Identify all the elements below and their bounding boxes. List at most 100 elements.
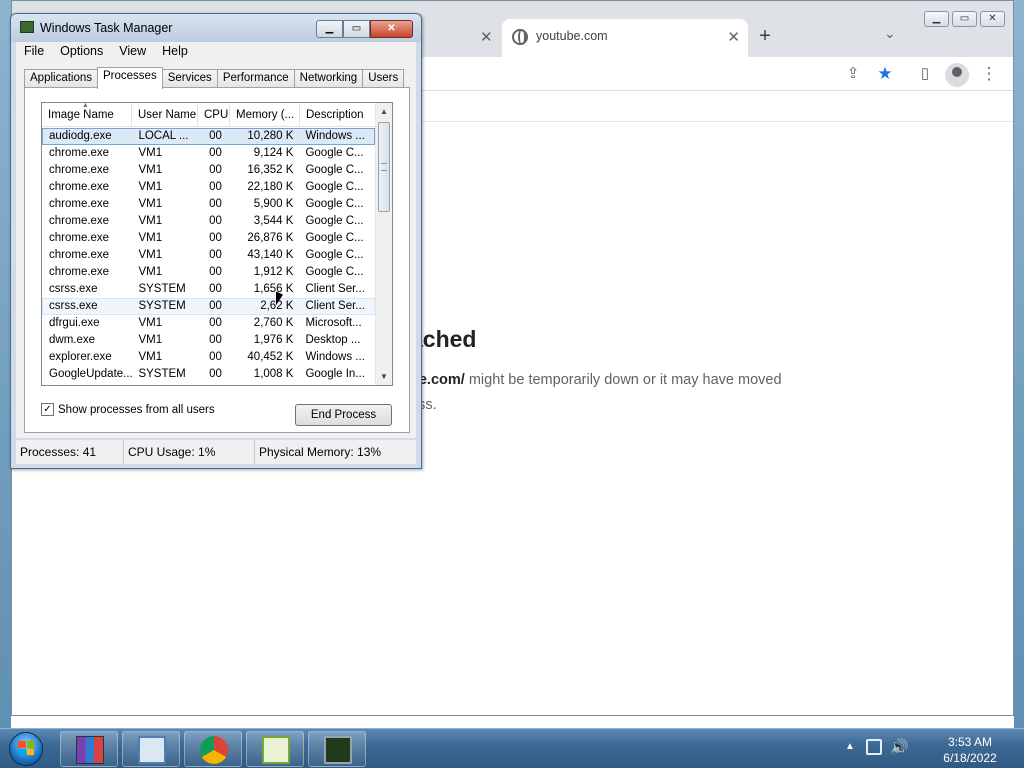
process-row[interactable]: chrome.exe VM1 00 1,912 K Google C... bbox=[42, 264, 375, 281]
bookmark-star-icon[interactable]: ★ bbox=[874, 63, 896, 85]
close-tab-icon[interactable]: ✕ bbox=[480, 28, 493, 46]
scroll-down-arrow-icon[interactable]: ▼ bbox=[376, 368, 392, 385]
system-clock[interactable]: 3:53 AM 6/18/2022 bbox=[930, 734, 1010, 766]
side-panel-icon[interactable]: ▯ bbox=[914, 63, 936, 85]
menu-help[interactable]: Help bbox=[154, 42, 196, 62]
process-row[interactable]: chrome.exe VM1 00 26,876 K Google C... bbox=[42, 230, 375, 247]
start-button[interactable] bbox=[4, 729, 46, 768]
process-row[interactable]: chrome.exe VM1 00 3,544 K Google C... bbox=[42, 213, 375, 230]
taskbar-app-control-panel[interactable] bbox=[122, 731, 180, 767]
process-row[interactable]: chrome.exe VM1 00 22,180 K Google C... bbox=[42, 179, 375, 196]
process-description: Windows ... bbox=[305, 130, 365, 142]
taskbar-app-chrome[interactable] bbox=[184, 731, 242, 767]
show-all-users-option[interactable]: ✓ Show processes from all users bbox=[41, 403, 215, 416]
volume-icon[interactable]: 🔊 bbox=[890, 738, 909, 756]
notepad-plus-icon bbox=[262, 736, 290, 764]
process-image-name: chrome.exe bbox=[49, 215, 110, 227]
column-user-name[interactable]: User Name bbox=[132, 103, 198, 127]
column-image-name[interactable]: ▲ Image Name bbox=[42, 103, 132, 127]
process-user-name: VM1 bbox=[138, 215, 163, 227]
scrollbar-thumb[interactable] bbox=[378, 122, 390, 212]
scroll-up-arrow-icon[interactable]: ▲ bbox=[376, 103, 392, 120]
process-image-name: dwm.exe bbox=[49, 334, 96, 346]
process-cpu: 00 bbox=[209, 130, 222, 142]
taskbar-app-notepad-plus[interactable] bbox=[246, 731, 304, 767]
process-row[interactable]: chrome.exe VM1 00 16,352 K Google C... bbox=[42, 162, 375, 179]
process-image-name: audiodg.exe bbox=[49, 130, 112, 142]
process-row[interactable]: explorer.exe VM1 00 40,452 K Windows ... bbox=[42, 349, 375, 366]
process-user-name: LOCAL ... bbox=[138, 130, 189, 142]
column-cpu[interactable]: CPU bbox=[198, 103, 230, 127]
maximize-button[interactable]: ▭ bbox=[952, 11, 977, 27]
new-tab-button[interactable]: + bbox=[752, 23, 778, 49]
globe-icon bbox=[512, 29, 528, 45]
taskbar-app-winrar[interactable] bbox=[60, 731, 118, 767]
window-title: Windows Task Manager bbox=[40, 21, 173, 35]
show-all-users-checkbox[interactable]: ✓ bbox=[41, 403, 54, 416]
process-row[interactable]: chrome.exe VM1 00 43,140 K Google C... bbox=[42, 247, 375, 264]
scroll-grip-icon bbox=[381, 163, 387, 171]
winrar-icon bbox=[76, 736, 104, 764]
process-user-name: SYSTEM bbox=[138, 300, 186, 312]
tab-services[interactable]: Services bbox=[161, 69, 218, 88]
process-description: Desktop ... bbox=[305, 334, 361, 346]
tab-networking[interactable]: Networking bbox=[293, 69, 364, 88]
menu-view[interactable]: View bbox=[111, 42, 154, 62]
process-row[interactable]: chrome.exe VM1 00 5,900 K Google C... bbox=[42, 196, 375, 213]
process-user-name: VM1 bbox=[138, 317, 163, 329]
share-icon[interactable]: ⇪ bbox=[842, 63, 864, 85]
tab-strip: Applications Processes Services Performa… bbox=[24, 67, 405, 89]
show-all-users-label: Show processes from all users bbox=[58, 403, 215, 416]
process-memory: 43,140 K bbox=[247, 249, 294, 261]
column-description[interactable]: Description bbox=[300, 103, 375, 127]
process-cpu: 00 bbox=[209, 232, 222, 244]
process-row[interactable]: csrss.exe SYSTEM 00 1,656 K Client Ser... bbox=[42, 281, 375, 298]
process-row[interactable]: dwm.exe VM1 00 1,976 K Desktop ... bbox=[42, 332, 375, 349]
maximize-button[interactable]: ▭ bbox=[343, 20, 370, 38]
task-manager-body: Applications Processes Services Performa… bbox=[16, 62, 416, 438]
process-user-name: SYSTEM bbox=[138, 368, 186, 380]
process-list[interactable]: ▲ Image Name User Name CPU Memory (... De… bbox=[41, 102, 393, 386]
error-message-text: might be temporarily down or it may have… bbox=[464, 372, 782, 388]
browser-tab-youtube[interactable]: youtube.com ✕ bbox=[502, 19, 748, 57]
process-memory: 5,900 K bbox=[253, 198, 294, 210]
tab-processes[interactable]: Processes bbox=[97, 67, 163, 89]
close-tab-icon[interactable]: ✕ bbox=[727, 28, 740, 46]
process-user-name: VM1 bbox=[138, 266, 163, 278]
minimize-button[interactable]: ▁ bbox=[316, 20, 343, 38]
task-manager-titlebar[interactable]: Windows Task Manager ▁ ▭ ✕ bbox=[11, 14, 421, 42]
chrome-menu-icon[interactable]: ⋮ bbox=[978, 63, 1000, 85]
chrome-icon bbox=[200, 736, 228, 764]
close-window-button[interactable]: ✕ bbox=[980, 11, 1005, 27]
desktop-background-right bbox=[1014, 0, 1024, 728]
show-hidden-icons-arrow-icon[interactable]: ▲ bbox=[845, 741, 855, 752]
process-row[interactable]: GoogleUpdate... SYSTEM 00 1,008 K Google In.… bbox=[42, 366, 375, 383]
tab-applications[interactable]: Applications bbox=[24, 69, 99, 88]
vertical-scrollbar[interactable]: ▲ ▼ bbox=[375, 103, 392, 385]
menu-options[interactable]: Options bbox=[52, 42, 111, 62]
process-row[interactable]: audiodg.exe LOCAL ... 00 10,280 K Windows ..… bbox=[42, 128, 375, 145]
process-memory: 26,876 K bbox=[247, 232, 294, 244]
process-user-name: VM1 bbox=[138, 147, 163, 159]
network-icon[interactable] bbox=[866, 739, 882, 755]
process-user-name: VM1 bbox=[138, 164, 163, 176]
process-row[interactable]: chrome.exe VM1 00 9,124 K Google C... bbox=[42, 145, 375, 162]
process-cpu: 00 bbox=[209, 215, 222, 227]
menu-file[interactable]: File bbox=[16, 42, 52, 62]
tab-performance[interactable]: Performance bbox=[216, 69, 295, 88]
status-process-count: Processes: 41 bbox=[16, 440, 124, 464]
process-description: Google C... bbox=[305, 215, 364, 227]
tab-search-icon[interactable]: ⌄ bbox=[884, 25, 896, 42]
end-process-button[interactable]: End Process bbox=[295, 404, 392, 426]
process-image-name: GoogleUpdate... bbox=[49, 368, 133, 380]
process-row[interactable]: dfrgui.exe VM1 00 2,760 K Microsoft... bbox=[42, 315, 375, 332]
profile-avatar-icon[interactable] bbox=[945, 63, 969, 87]
tab-users[interactable]: Users bbox=[362, 69, 405, 88]
windows-logo-icon bbox=[18, 741, 34, 755]
process-description: Google C... bbox=[305, 232, 364, 244]
process-row[interactable]: csrss.exe SYSTEM 00 2,62 K Client Ser... bbox=[42, 298, 375, 315]
close-window-button[interactable]: ✕ bbox=[370, 20, 413, 38]
taskbar-app-task-manager[interactable] bbox=[308, 731, 366, 767]
minimize-button[interactable]: ▁ bbox=[924, 11, 949, 27]
column-memory[interactable]: Memory (... bbox=[230, 103, 300, 127]
